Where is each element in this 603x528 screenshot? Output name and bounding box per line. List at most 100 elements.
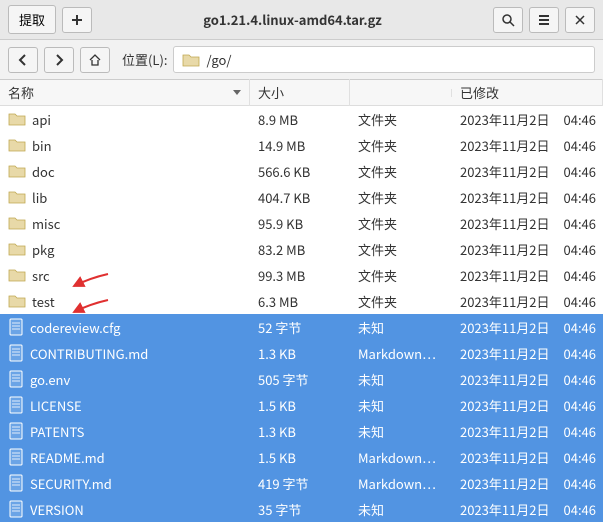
file-time: 04:46 (564, 214, 596, 233)
file-date: 2023年11月2日 (460, 292, 550, 311)
column-header-name[interactable]: 名称 (0, 79, 250, 106)
sort-indicator-icon (233, 90, 241, 95)
file-date: 2023年11月2日 (460, 318, 550, 337)
file-date: 2023年11月2日 (460, 344, 550, 363)
table-row[interactable]: doc566.6 KB文件夹2023年11月2日04:46 (0, 158, 603, 184)
file-name: codereview.cfg (30, 318, 121, 337)
file-date: 2023年11月2日 (460, 500, 550, 519)
plus-icon (70, 13, 84, 27)
table-row[interactable]: LICENSE1.5 KB未知2023年11月2日04:46 (0, 392, 603, 418)
file-date: 2023年11月2日 (460, 136, 550, 155)
file-name: PATENTS (30, 422, 84, 441)
file-date: 2023年11月2日 (460, 422, 550, 441)
file-name: lib (32, 188, 47, 207)
table-row[interactable]: src99.3 MB文件夹2023年11月2日04:46 (0, 262, 603, 288)
folder-icon (182, 52, 200, 68)
file-name: go.env (30, 370, 70, 389)
column-header-modified[interactable]: 已修改 (452, 79, 603, 106)
hamburger-icon (537, 13, 551, 27)
file-name: VERSION (30, 500, 84, 519)
file-size: 52 字节 (250, 318, 350, 337)
forward-button[interactable] (44, 47, 74, 73)
arrow-right-icon (52, 53, 66, 67)
file-name: LICENSE (30, 396, 82, 415)
home-button[interactable] (80, 47, 110, 73)
folder-icon (8, 293, 26, 309)
table-row[interactable]: SECURITY.md419 字节Markdown…2023年11月2日04:4… (0, 470, 603, 496)
file-name: misc (32, 214, 60, 233)
table-row[interactable]: pkg83.2 MB文件夹2023年11月2日04:46 (0, 236, 603, 262)
table-row[interactable]: CONTRIBUTING.md1.3 KBMarkdown…2023年11月2日… (0, 340, 603, 366)
file-date: 2023年11月2日 (460, 370, 550, 389)
file-type: 文件夹 (350, 266, 452, 285)
file-time: 04:46 (564, 448, 596, 467)
close-button[interactable] (565, 7, 595, 33)
file-size: 419 字节 (250, 474, 350, 493)
file-time: 04:46 (564, 474, 596, 493)
file-date: 2023年11月2日 (460, 188, 550, 207)
close-icon (573, 13, 587, 27)
column-name-label: 名称 (8, 83, 34, 102)
path-input[interactable]: /go/ (173, 46, 595, 73)
file-size: 6.3 MB (250, 292, 350, 311)
table-row[interactable]: PATENTS1.3 KB未知2023年11月2日04:46 (0, 418, 603, 444)
add-button[interactable] (62, 7, 92, 33)
file-time: 04:46 (564, 422, 596, 441)
window-title-bar: 提取 go1.21.4.linux-amd64.tar.gz (0, 0, 603, 40)
table-row[interactable]: codereview.cfg52 字节未知2023年11月2日04:46 (0, 314, 603, 340)
file-size: 99.3 MB (250, 266, 350, 285)
file-date: 2023年11月2日 (460, 162, 550, 181)
file-size: 8.9 MB (250, 110, 350, 129)
file-time: 04:46 (564, 240, 596, 259)
menu-button[interactable] (529, 7, 559, 33)
folder-icon (8, 137, 26, 153)
table-row[interactable]: lib404.7 KB文件夹2023年11月2日04:46 (0, 184, 603, 210)
file-name: SECURITY.md (30, 474, 112, 493)
window-title: go1.21.4.linux-amd64.tar.gz (98, 10, 487, 29)
file-name: doc (32, 162, 55, 181)
file-time: 04:46 (564, 370, 596, 389)
table-row[interactable]: README.md1.5 KBMarkdown…2023年11月2日04:46 (0, 444, 603, 470)
column-header-type[interactable] (350, 89, 452, 97)
table-row[interactable]: misc95.9 KB文件夹2023年11月2日04:46 (0, 210, 603, 236)
search-button[interactable] (493, 7, 523, 33)
folder-icon (8, 189, 26, 205)
table-row[interactable]: test6.3 MB文件夹2023年11月2日04:46 (0, 288, 603, 314)
back-button[interactable] (8, 47, 38, 73)
file-type: Markdown… (350, 474, 452, 493)
file-name: CONTRIBUTING.md (30, 344, 148, 363)
path-text: /go/ (206, 50, 231, 69)
arrow-left-icon (16, 53, 30, 67)
file-type: 未知 (350, 396, 452, 415)
table-row[interactable]: VERSION35 字节未知2023年11月2日04:46 (0, 496, 603, 522)
column-header-row: 名称 大小 已修改 (0, 80, 603, 106)
file-date: 2023年11月2日 (460, 214, 550, 233)
column-header-size[interactable]: 大小 (250, 79, 350, 106)
file-icon (8, 448, 24, 466)
file-icon (8, 344, 24, 362)
file-icon (8, 474, 24, 492)
file-size: 35 字节 (250, 500, 350, 519)
file-type: Markdown… (350, 448, 452, 467)
file-size: 83.2 MB (250, 240, 350, 259)
file-size: 566.6 KB (250, 162, 350, 181)
file-list: api8.9 MB文件夹2023年11月2日04:46bin14.9 MB文件夹… (0, 106, 603, 522)
folder-icon (8, 267, 26, 283)
search-icon (501, 13, 515, 27)
file-size: 95.9 KB (250, 214, 350, 233)
file-size: 1.3 KB (250, 422, 350, 441)
file-size: 1.3 KB (250, 344, 350, 363)
table-row[interactable]: bin14.9 MB文件夹2023年11月2日04:46 (0, 132, 603, 158)
extract-button[interactable]: 提取 (8, 5, 56, 34)
file-name: test (32, 292, 55, 311)
file-type: 未知 (350, 500, 452, 519)
file-time: 04:46 (564, 188, 596, 207)
file-icon (8, 500, 24, 518)
file-time: 04:46 (564, 162, 596, 181)
file-type: 未知 (350, 370, 452, 389)
table-row[interactable]: api8.9 MB文件夹2023年11月2日04:46 (0, 106, 603, 132)
table-row[interactable]: go.env505 字节未知2023年11月2日04:46 (0, 366, 603, 392)
file-time: 04:46 (564, 396, 596, 415)
file-date: 2023年11月2日 (460, 110, 550, 129)
file-size: 1.5 KB (250, 396, 350, 415)
